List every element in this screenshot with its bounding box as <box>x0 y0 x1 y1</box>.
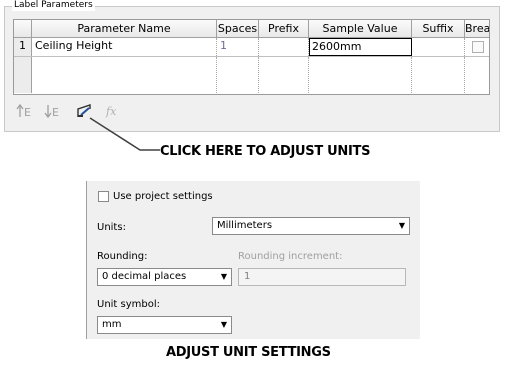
spaces-cell[interactable]: 1 <box>217 38 259 56</box>
break-checkbox[interactable] <box>472 41 484 53</box>
callout-leader-line <box>89 117 160 151</box>
parameter-name-cell[interactable]: Ceiling Height <box>32 38 217 56</box>
empty-cell <box>309 57 412 93</box>
column-header-parameter-name[interactable]: Parameter Name <box>32 20 217 38</box>
units-label: Units: <box>97 222 126 233</box>
column-header-suffix[interactable]: Suffix <box>412 20 465 38</box>
chevron-down-icon: ▼ <box>398 221 405 230</box>
unit-settings-panel: Use project settings Units: Millimeters … <box>86 181 420 339</box>
column-header-prefix[interactable]: Prefix <box>259 20 309 38</box>
caption-text: ADJUST UNIT SETTINGS <box>166 345 331 360</box>
unit-symbol-dropdown[interactable]: mm ▼ <box>97 316 232 334</box>
svg-text:E: E <box>52 106 59 119</box>
rounding-increment-field[interactable]: 1 <box>238 268 406 286</box>
unit-symbol-label: Unit symbol: <box>97 299 161 310</box>
rounding-dropdown[interactable]: 0 decimal places ▼ <box>97 268 232 286</box>
units-dropdown[interactable]: Millimeters ▼ <box>212 217 410 235</box>
callout-text: CLICK HERE TO ADJUST UNITS <box>160 144 371 159</box>
chevron-down-icon: ▼ <box>220 272 227 281</box>
empty-cell <box>259 57 309 93</box>
empty-cell <box>217 57 259 93</box>
rounding-label: Rounding: <box>97 251 148 262</box>
unit-symbol-value: mm <box>102 319 122 330</box>
break-cell[interactable] <box>465 38 489 56</box>
use-project-settings-checkbox[interactable] <box>98 191 109 202</box>
empty-row-index <box>14 57 32 93</box>
column-header-sample-value[interactable]: Sample Value <box>309 20 412 38</box>
column-header-spaces[interactable]: Spaces <box>217 20 259 38</box>
sample-value-cell[interactable]: 2600mm <box>309 38 412 56</box>
empty-cell <box>412 57 465 93</box>
column-header-break[interactable]: Break <box>465 20 489 38</box>
prefix-cell[interactable] <box>259 38 309 56</box>
label-parameters-table: Parameter Name Spaces Prefix Sample Valu… <box>13 19 490 95</box>
use-project-settings-label: Use project settings <box>113 191 213 202</box>
rounding-value: 0 decimal places <box>102 271 187 282</box>
units-value: Millimeters <box>217 220 273 231</box>
rounding-increment-label: Rounding increment: <box>238 251 343 262</box>
chevron-down-icon: ▼ <box>220 320 227 329</box>
move-down-icon[interactable]: E <box>44 103 62 119</box>
row-index-header <box>14 20 32 38</box>
label-parameters-title: Label Parameters <box>12 0 95 11</box>
move-up-icon[interactable]: E <box>16 103 34 119</box>
svg-text:E: E <box>24 106 31 119</box>
row-index: 1 <box>14 38 32 56</box>
suffix-cell[interactable] <box>412 38 465 56</box>
empty-cell <box>32 57 217 93</box>
